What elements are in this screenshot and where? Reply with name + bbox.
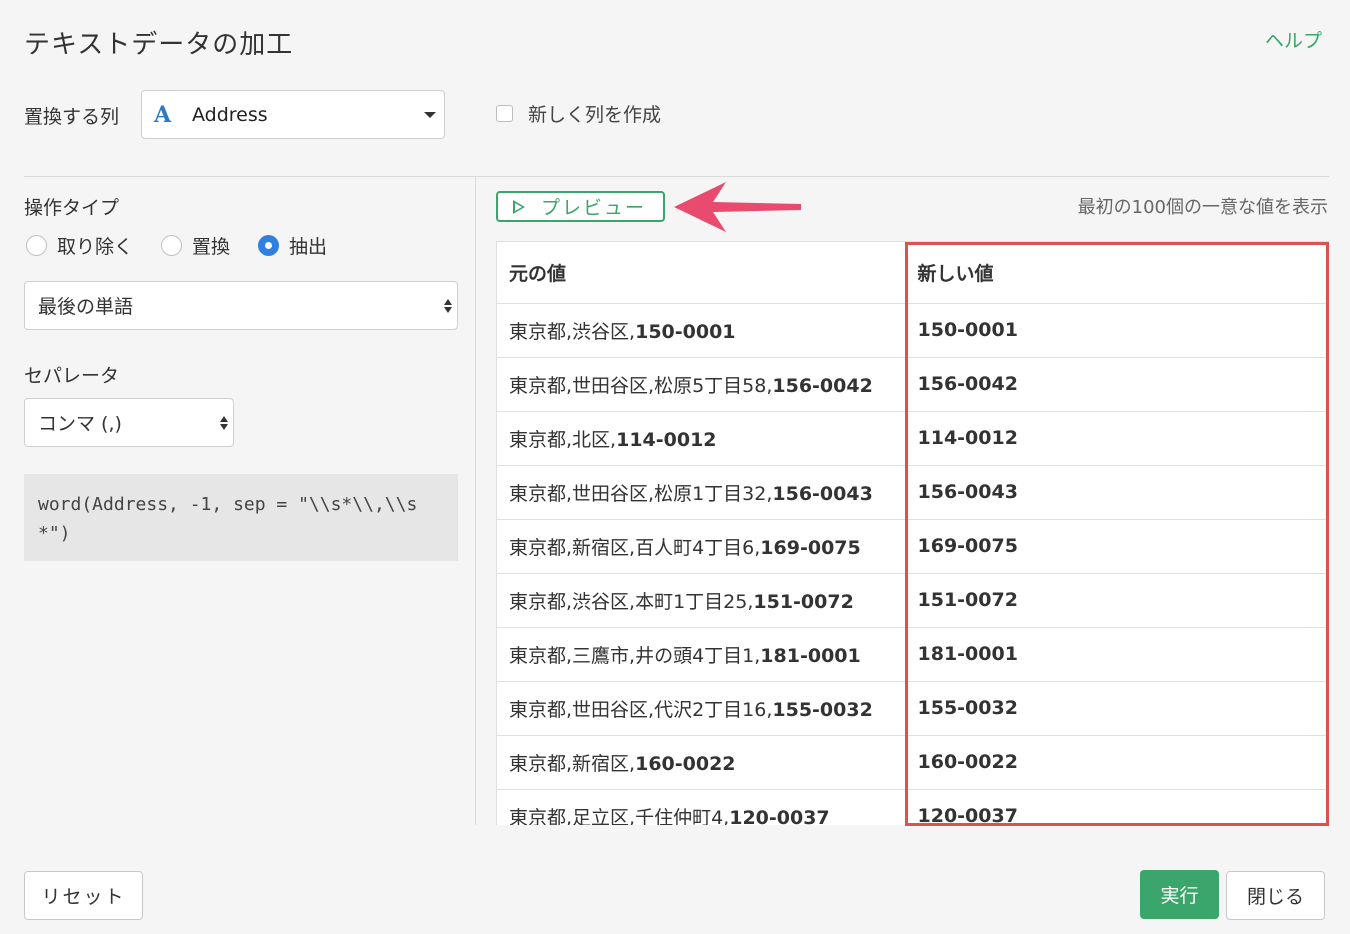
original-value-cell: 東京都,北区,114-0012 [497,411,908,466]
radio-option-replace[interactable]: 置換 [161,232,230,259]
preview-table: 元の値 新しい値 東京都,渋谷区,150-0001 150-0001 東京都,世… [496,241,1329,825]
new-value-cell: 120-0037 [907,789,1329,825]
new-column-option[interactable]: 新しく列を作成 [496,100,661,127]
new-value-cell: 156-0042 [907,357,1329,412]
new-value-cell: 160-0022 [907,735,1329,790]
new-value-cell: 155-0032 [907,681,1329,736]
radio-label: 置換 [192,236,231,258]
original-value-cell: 東京都,新宿区,160-0022 [497,735,908,790]
preview-button-label: プレビュー [541,197,647,219]
new-value-cell: 151-0072 [907,573,1329,628]
operation-radio-group: 取り除く 置換 抽出 [26,232,355,259]
separator-value: コンマ (,) [38,413,122,435]
new-value-cell: 169-0075 [907,519,1329,574]
table-row: 東京都,新宿区,百人町4丁目6,169-0075 169-0075 [497,519,1329,574]
separator-select[interactable]: コンマ (,) [24,398,234,447]
radio-option-remove[interactable]: 取り除く [26,232,133,259]
original-value-cell: 東京都,三鷹市,井の頭4丁目1,181-0001 [497,627,908,682]
extract-mode-select[interactable]: 最後の単語 [24,281,458,330]
table-row: 東京都,世田谷区,代沢2丁目16,155-0032 155-0032 [497,681,1329,736]
table-row: 東京都,渋谷区,150-0001 150-0001 [497,303,1329,358]
original-value-cell: 東京都,世田谷区,松原5丁目58,156-0042 [497,357,908,412]
code-preview: word(Address, -1, sep = "\\s*\\,\\s*") [24,474,458,561]
radio-button[interactable] [26,235,47,256]
original-value-cell: 東京都,渋谷区,150-0001 [497,303,908,358]
new-value-cell: 114-0012 [907,411,1329,466]
radio-button[interactable] [161,235,183,256]
new-column-checkbox[interactable] [496,105,513,122]
run-button[interactable]: 実行 [1140,870,1219,919]
text-type-icon: A [154,101,172,128]
radio-label: 取り除く [57,236,134,258]
play-icon [513,199,525,214]
radio-option-extract[interactable]: 抽出 [258,232,327,259]
table-row: 東京都,世田谷区,松原1丁目32,156-0043 156-0043 [497,465,1329,520]
close-button[interactable]: 閉じる [1226,871,1325,920]
up-down-arrows-icon [220,415,228,430]
table-row: 東京都,渋谷区,本町1丁目25,151-0072 151-0072 [497,573,1329,628]
original-value-cell: 東京都,渋谷区,本町1丁目25,151-0072 [497,573,908,628]
table-row: 東京都,三鷹市,井の頭4丁目1,181-0001 181-0001 [497,627,1329,682]
table-row: 東京都,北区,114-0012 114-0012 [497,411,1329,466]
new-column-label: 新しく列を作成 [528,104,662,126]
new-value-cell: 150-0001 [907,303,1329,358]
help-link[interactable]: ヘルプ [1265,26,1322,53]
table-row: 東京都,世田谷区,松原5丁目58,156-0042 156-0042 [497,357,1329,412]
chevron-down-icon [424,112,436,118]
up-down-arrows-icon [444,298,452,313]
column-select-value: Address [192,103,268,126]
panel-divider [475,177,476,825]
dialog-title: テキストデータの加工 [24,30,294,60]
original-value-cell: 東京都,足立区,千住仲町4,120-0037 [497,789,908,825]
new-value-cell: 156-0043 [907,465,1329,520]
reset-button[interactable]: リセット [24,871,143,920]
column-header-new: 新しい値 [907,242,1329,304]
new-value-cell: 181-0001 [907,627,1329,682]
column-label: 置換する列 [24,106,120,128]
column-select[interactable]: A Address [141,90,445,139]
separator-label: セパレータ [24,365,120,387]
radio-button-selected[interactable] [258,235,280,256]
annotation-arrow-icon [674,182,801,232]
table-row: 東京都,足立区,千住仲町4,120-0037 120-0037 [497,789,1329,825]
original-value-cell: 東京都,世田谷区,松原1丁目32,156-0043 [497,465,908,520]
radio-label: 抽出 [289,236,328,258]
original-value-cell: 東京都,世田谷区,代沢2丁目16,155-0032 [497,681,908,736]
original-value-cell: 東京都,新宿区,百人町4丁目6,169-0075 [497,519,908,574]
preview-note: 最初の100個の一意な値を表示 [1077,197,1328,218]
table-header-row: 元の値 新しい値 [497,242,1329,304]
column-header-original: 元の値 [497,242,908,304]
extract-mode-value: 最後の単語 [38,296,134,318]
preview-button[interactable]: プレビュー [496,191,665,222]
table-row: 東京都,新宿区,160-0022 160-0022 [497,735,1329,790]
operation-type-label: 操作タイプ [24,197,120,219]
top-divider [24,176,1329,177]
